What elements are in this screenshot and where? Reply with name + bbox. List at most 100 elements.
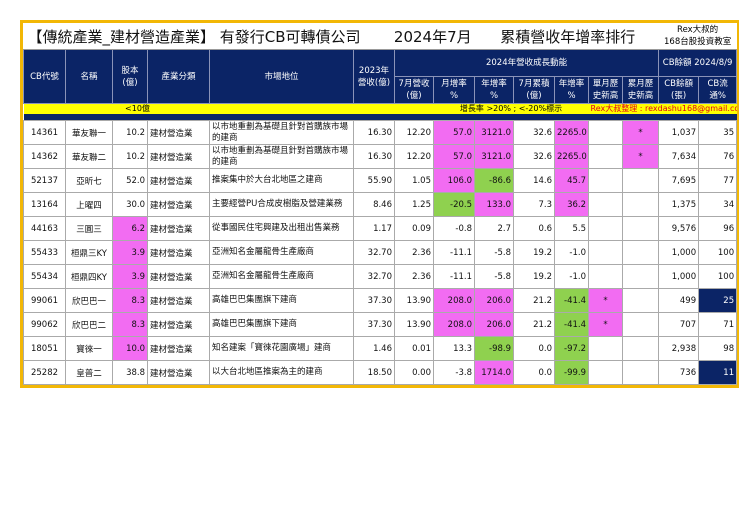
cell-capital: 8.3: [112, 312, 148, 337]
table-row: 13164 上曜四 30.0 建材營造業 主要經營PU合成皮樹脂及營建業務 8.46 1.2…: [23, 192, 738, 217]
cell-rev2023: 32.70: [353, 264, 395, 289]
cell-jul-rev: 0.01: [394, 336, 434, 361]
cell-market: 主要經營PU合成皮樹脂及營建業務: [209, 192, 354, 217]
cell-jul-rev: 0.00: [394, 360, 434, 385]
cell-cb-float: 11: [698, 360, 738, 385]
table-row: 14362 華友聯二 10.2 建材營造業 以市地重劃為基礎且針對首購族市場的建商 16.…: [23, 144, 738, 169]
cell-month-high: [588, 168, 623, 193]
col-market: 市場地位: [209, 49, 354, 104]
cell-code: 14362: [23, 144, 66, 169]
cell-industry: 建材營造業: [147, 288, 210, 313]
cell-mom: -11.1: [433, 240, 475, 265]
cell-code: 18051: [23, 336, 66, 361]
cell-month-high: *: [588, 312, 623, 337]
cell-month-high: [588, 336, 623, 361]
col-yoy: 年增率 %: [474, 76, 514, 104]
cell-cum-high: [621, 288, 660, 313]
cell-cum-high: [621, 216, 660, 241]
group-2024-growth: 2024年營收成長動能: [393, 49, 660, 77]
legend-small-cap: <10億: [65, 103, 210, 114]
cell-jul-cum: 32.6: [513, 120, 555, 145]
cell-cum-yoy: 2265.0: [554, 144, 589, 169]
cell-jul-cum: 19.2: [513, 240, 555, 265]
cell-name: 寶徠一: [65, 336, 113, 361]
cell-jul-rev: 13.90: [394, 312, 434, 337]
col-cum-yoy: 年增率 %: [554, 76, 589, 104]
cell-industry: 建材營造業: [147, 144, 210, 169]
cell-cb-float: 76: [698, 144, 738, 169]
cell-mom: -0.8: [433, 216, 475, 241]
cell-jul-cum: 0.0: [513, 360, 555, 385]
cell-cum-high: [621, 312, 660, 337]
cell-cb-bal: 7,695: [658, 168, 700, 193]
brand-line1: Rex大叔的: [677, 25, 719, 35]
cell-capital: 8.3: [112, 288, 148, 313]
cell-jul-cum: 32.6: [513, 144, 555, 169]
cell-rev2023: 1.17: [353, 216, 395, 241]
cell-month-high: [588, 360, 623, 385]
cell-cb-float: 34: [698, 192, 738, 217]
cell-cum-yoy: 2265.0: [554, 120, 589, 145]
col-capital: 股本(億): [112, 49, 148, 104]
table-row: 14361 華友聯一 10.2 建材營造業 以市地重劃為基礎且針對首購族市場的建商 16.…: [23, 120, 738, 145]
cell-cum-high: *: [621, 144, 660, 169]
cell-mom: 57.0: [433, 144, 475, 169]
cell-rev2023: 37.30: [353, 312, 395, 337]
cell-cb-bal: 499: [658, 288, 700, 313]
cell-mom: 106.0: [433, 168, 475, 193]
rank-table-frame: 【傳統產業_建材營造產業】 有發行CB可轉債公司 2024年7月 累積營收年增率…: [20, 20, 739, 388]
cell-cum-high: [621, 168, 660, 193]
cell-yoy: 3121.0: [474, 120, 514, 145]
cell-industry: 建材營造業: [147, 240, 210, 265]
cell-industry: 建材營造業: [147, 336, 210, 361]
cell-capital: 10.0: [112, 336, 148, 361]
cell-name: 欣巴巴一: [65, 288, 113, 313]
cell-rev2023: 16.30: [353, 144, 395, 169]
cell-capital: 10.2: [112, 120, 148, 145]
cell-name: 華友聯二: [65, 144, 113, 169]
cell-cb-bal: 1,000: [658, 240, 700, 265]
cell-yoy: -5.8: [474, 240, 514, 265]
cell-cb-bal: 1,037: [658, 120, 700, 145]
cell-cum-high: [621, 360, 660, 385]
cell-month-high: [588, 144, 623, 169]
cell-yoy: 3121.0: [474, 144, 514, 169]
cell-mom: 208.0: [433, 312, 475, 337]
cell-cum-yoy: 36.2: [554, 192, 589, 217]
cell-market: 高雄巴巴集團旗下建商: [209, 312, 354, 337]
cell-cb-float: 25: [698, 288, 738, 313]
cell-cum-yoy: -41.4: [554, 288, 589, 313]
cell-market: 知名建案「寶徠花園廣場」建商: [209, 336, 354, 361]
cell-rev2023: 1.46: [353, 336, 395, 361]
cell-jul-cum: 14.6: [513, 168, 555, 193]
cell-yoy: -86.6: [474, 168, 514, 193]
cell-cum-yoy: -1.0: [554, 264, 589, 289]
group-cb-balance: CB餘額 2024/8/9: [658, 49, 738, 77]
cell-month-high: [588, 120, 623, 145]
cell-cb-bal: 1,000: [658, 264, 700, 289]
col-jul-rev: 7月營收(億): [394, 76, 434, 104]
cell-name: 華友聯一: [65, 120, 113, 145]
cell-industry: 建材營造業: [147, 312, 210, 337]
cell-name: 亞昕七: [65, 168, 113, 193]
legend-contact: Rex大叔整理 : rexdashu168@gmail.com: [588, 103, 737, 114]
cell-yoy: 206.0: [474, 288, 514, 313]
cell-jul-cum: 0.6: [513, 216, 555, 241]
cell-name: 欣巴巴二: [65, 312, 113, 337]
cell-industry: 建材營造業: [147, 264, 210, 289]
cell-code: 55433: [23, 240, 66, 265]
cell-industry: 建材營造業: [147, 120, 210, 145]
cell-mom: -11.1: [433, 264, 475, 289]
cell-name: 三圓三: [65, 216, 113, 241]
cell-jul-rev: 13.90: [394, 288, 434, 313]
cell-capital: 3.9: [112, 264, 148, 289]
cell-rev2023: 18.50: [353, 360, 395, 385]
cb-revenue-table: 【傳統產業_建材營造產業】 有發行CB可轉債公司 2024年7月 累積營收年增率…: [23, 23, 738, 385]
col-mom: 月增率 %: [433, 76, 475, 104]
cell-code: 52137: [23, 168, 66, 193]
cell-jul-cum: 21.2: [513, 312, 555, 337]
cell-cum-yoy: -1.0: [554, 240, 589, 265]
cell-cum-high: [621, 264, 660, 289]
cell-jul-rev: 1.05: [394, 168, 434, 193]
cell-cb-float: 96: [698, 216, 738, 241]
